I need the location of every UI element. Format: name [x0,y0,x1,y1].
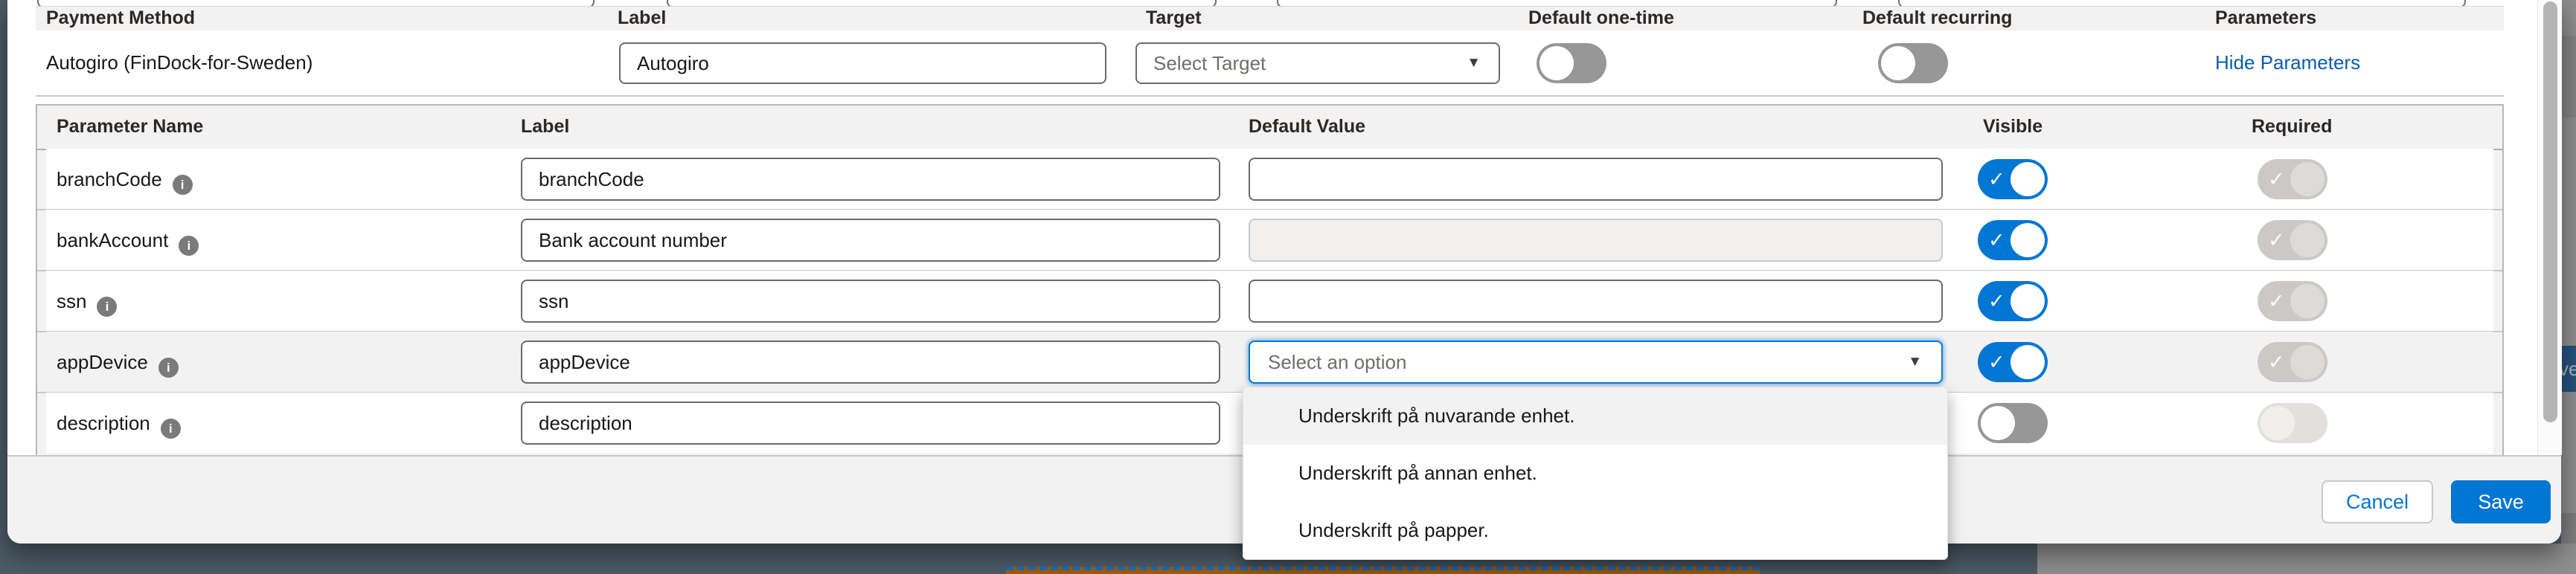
table-row-branchcode: branchCode i ✓ ✓ [46,149,2493,210]
combobox-placeholder: Select an option [1268,342,1406,382]
dropdown-option[interactable]: Underskrift på papper. [1243,502,1947,559]
combobox-dropdown-panel: Underskrift på nuvarande enhet. Underskr… [1243,387,1948,560]
visible-toggle[interactable]: ✓ [1978,281,2048,321]
default-value-input[interactable] [1249,158,1943,201]
required-toggle: ✓ [2258,220,2327,260]
default-one-time-toggle[interactable] [1537,43,1606,83]
column-header-default-one-time: Default one-time [1528,7,1674,30]
table-row-ssn: ssni ✓ ✓ [46,271,2493,332]
info-icon[interactable]: i [158,358,179,378]
column-header-target: Target [1146,7,1202,30]
dimmed-backdrop-bottom [2037,544,2576,574]
chevron-down-icon: ▼ [1467,44,1481,83]
table-row-appdevice: appDevice i Select an option ▼ ✓ ✓ [46,332,2493,393]
column-header-visible: Visible [1983,106,2042,147]
payment-method-name: Autogiro (FinDock-for-Sweden) [46,30,313,95]
parameter-name: branchCode [57,168,162,190]
info-icon[interactable]: i [161,419,181,439]
background-save-button-fragment: ve [2561,346,2576,392]
required-toggle: ✓ [2258,159,2327,199]
column-header-label: Label [618,7,666,30]
table-row-bankaccount: bankAccount i ✓ ✓ [46,210,2493,271]
column-header-param-label: Label [521,106,569,147]
required-toggle [2258,403,2327,443]
scrollbar-thumb[interactable] [2543,1,2557,422]
column-header-parameters: Parameters [2215,7,2316,30]
dropdown-option[interactable]: Underskrift på nuvarande enhet. [1243,387,1947,445]
default-value-input[interactable] [1249,280,1943,323]
payment-method-table-header: Payment Method Label Target Default one-… [36,6,2504,33]
label-input[interactable] [521,219,1220,262]
column-header-default-value: Default Value [1249,106,1365,147]
target-select-placeholder: Select Target [1153,52,1266,74]
backdrop-band [2561,36,2576,117]
payment-method-label-input[interactable] [619,42,1106,84]
column-header-default-recurring: Default recurring [1862,7,2012,30]
required-toggle: ✓ [2258,342,2327,382]
column-header-payment-method: Payment Method [46,7,195,30]
hide-parameters-link[interactable]: Hide Parameters [2215,30,2360,95]
visible-toggle[interactable]: ✓ [1978,220,2048,260]
visible-toggle[interactable] [1978,403,2048,443]
target-select[interactable]: Select Target ▼ [1135,42,1500,84]
cancel-button[interactable]: Cancel [2322,480,2433,523]
info-icon[interactable]: i [97,297,117,317]
dropdown-option[interactable]: Underskrift på annan enhet. [1243,445,1947,502]
required-toggle: ✓ [2258,281,2327,321]
payment-method-row: Autogiro (FinDock-for-Sweden) Select Tar… [36,30,2504,97]
parameter-name: bankAccount [57,229,168,251]
label-input[interactable] [521,280,1220,323]
visible-toggle[interactable]: ✓ [1978,342,2048,382]
parameters-table-header: Parameter Name Label Default Value Visib… [37,106,2502,150]
visible-toggle[interactable]: ✓ [1978,159,2048,199]
parameter-name: description [57,412,150,434]
label-input[interactable] [521,158,1220,201]
chevron-down-icon: ▼ [1908,342,1922,382]
save-button[interactable]: Save [2451,480,2551,523]
parameter-name: appDevice [57,351,148,373]
default-recurring-toggle[interactable] [1878,43,1948,83]
background-highlighted-element [1006,567,1760,574]
parameter-name: ssn [57,290,86,312]
column-header-parameter-name: Parameter Name [57,106,203,147]
label-input[interactable] [521,402,1220,445]
default-value-input-disabled [1249,219,1943,262]
info-icon[interactable]: i [173,175,193,195]
label-input[interactable] [521,341,1220,384]
default-value-combobox[interactable]: Select an option ▼ [1249,341,1943,384]
column-header-required: Required [2252,106,2332,147]
info-icon[interactable]: i [179,236,199,256]
scrollbar-track[interactable] [2537,0,2562,455]
